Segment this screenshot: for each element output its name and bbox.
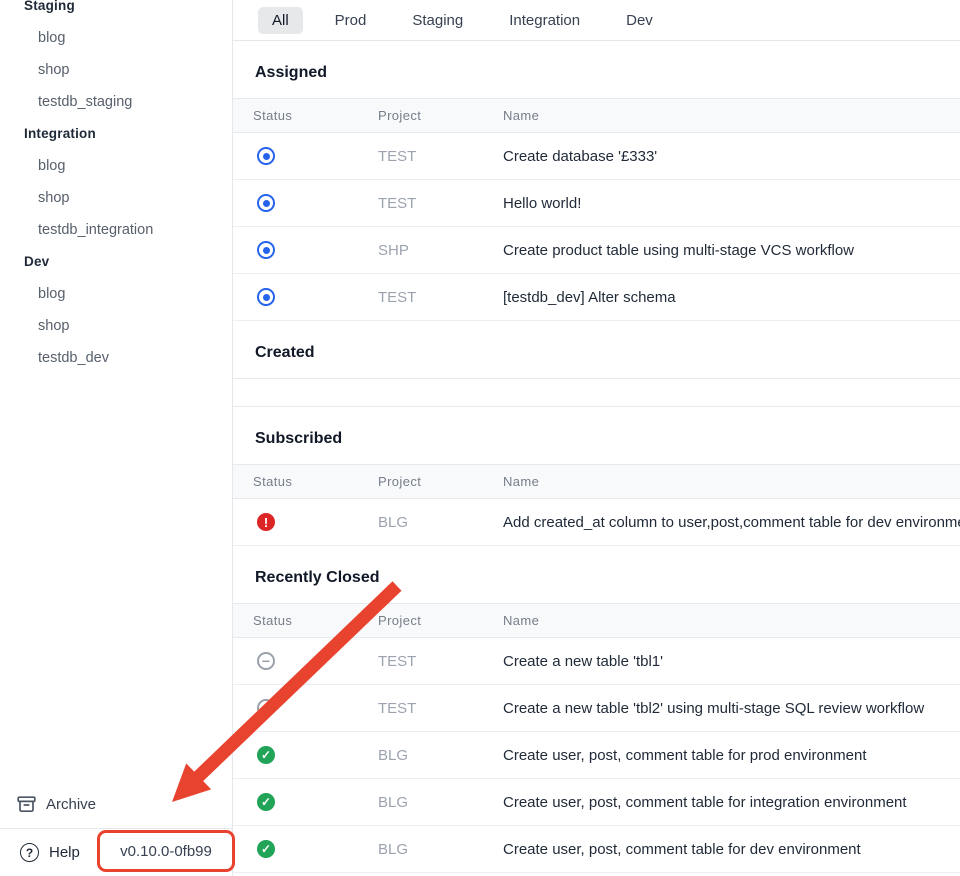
column-header-status: Status	[233, 108, 358, 123]
column-header-project: Project	[358, 474, 483, 489]
issue-sections: AssignedStatusProjectNameTESTCreate data…	[233, 41, 960, 873]
attention-status-icon: !	[257, 513, 275, 531]
tree-item-database[interactable]: shop	[0, 54, 232, 86]
issue-row[interactable]: ✓ BLGCreate user, post, comment table for…	[233, 826, 960, 873]
help-icon[interactable]: ?	[20, 843, 39, 862]
column-header-name: Name	[483, 108, 960, 123]
status-cell	[233, 147, 358, 165]
issue-name-cell: Create product table using multi-stage V…	[483, 242, 960, 259]
tab-staging[interactable]: Staging	[398, 7, 477, 34]
table-header: StatusProjectName	[233, 603, 960, 638]
tree-item-database[interactable]: testdb_staging	[0, 86, 232, 118]
status-cell: ✓	[233, 793, 358, 811]
status-cell	[233, 194, 358, 212]
issue-row[interactable]: TESTHello world!	[233, 180, 960, 227]
table-header: StatusProjectName	[233, 98, 960, 133]
tree-item-database[interactable]: testdb_dev	[0, 342, 232, 374]
project-cell: TEST	[358, 148, 483, 165]
canceled-status-icon: −	[257, 699, 275, 717]
column-header-name: Name	[483, 474, 960, 489]
tab-all[interactable]: All	[258, 7, 303, 34]
status-cell: !	[233, 513, 358, 531]
tree-item-database[interactable]: blog	[0, 150, 232, 182]
status-cell: −	[233, 699, 358, 717]
open-status-icon	[257, 241, 275, 259]
help-button[interactable]: Help	[49, 844, 80, 861]
project-cell: SHP	[358, 242, 483, 259]
issue-name-cell: [testdb_dev] Alter schema	[483, 289, 960, 306]
empty-table-band	[233, 378, 960, 407]
archive-button[interactable]: Archive	[0, 781, 232, 828]
issue-name-cell: Create user, post, comment table for int…	[483, 794, 960, 811]
open-status-icon	[257, 288, 275, 306]
done-status-icon: ✓	[257, 793, 275, 811]
issue-name-cell: Create a new table 'tbl2' using multi-st…	[483, 700, 960, 717]
done-status-icon: ✓	[257, 746, 275, 764]
status-cell: ✓	[233, 840, 358, 858]
issue-name-cell: Create user, post, comment table for pro…	[483, 747, 960, 764]
tree-item-database[interactable]: blog	[0, 22, 232, 54]
status-cell	[233, 241, 358, 259]
done-status-icon: ✓	[257, 840, 275, 858]
issue-name-cell: Add created_at column to user,post,comme…	[483, 514, 960, 531]
tree-environment-label: Dev	[0, 246, 232, 278]
status-cell: −	[233, 652, 358, 670]
section-title: Subscribed	[233, 407, 960, 464]
project-cell: TEST	[358, 653, 483, 670]
canceled-status-icon: −	[257, 652, 275, 670]
tree-environment-label: Staging	[0, 0, 232, 22]
issue-row[interactable]: SHPCreate product table using multi-stag…	[233, 227, 960, 274]
database-tree: Stagingblogshoptestdb_stagingIntegration…	[0, 0, 232, 374]
tree-item-database[interactable]: testdb_integration	[0, 214, 232, 246]
sidebar: Stagingblogshoptestdb_stagingIntegration…	[0, 0, 233, 876]
issue-name-cell: Create database '£333'	[483, 148, 960, 165]
issue-row[interactable]: TEST[testdb_dev] Alter schema	[233, 274, 960, 321]
project-cell: BLG	[358, 514, 483, 531]
issue-row[interactable]: − TESTCreate a new table 'tbl1'	[233, 638, 960, 685]
environment-tab-bar: All Prod Staging Integration Dev	[233, 0, 960, 41]
section-title: Assigned	[233, 41, 960, 98]
issue-name-cell: Create user, post, comment table for dev…	[483, 841, 960, 858]
tab-integration[interactable]: Integration	[495, 7, 594, 34]
open-status-icon	[257, 194, 275, 212]
status-cell: ✓	[233, 746, 358, 764]
version-badge[interactable]: v0.10.0-0fb99	[97, 828, 235, 876]
issue-row[interactable]: ! BLGAdd created_at column to user,post,c…	[233, 499, 960, 546]
column-header-name: Name	[483, 613, 960, 628]
section-title: Created	[233, 321, 960, 378]
tree-item-database[interactable]: shop	[0, 310, 232, 342]
tree-item-database[interactable]: blog	[0, 278, 232, 310]
tab-dev[interactable]: Dev	[612, 7, 667, 34]
issue-name-cell: Hello world!	[483, 195, 960, 212]
archive-icon	[17, 796, 36, 813]
issue-row[interactable]: TESTCreate database '£333'	[233, 133, 960, 180]
project-cell: TEST	[358, 289, 483, 306]
open-status-icon	[257, 147, 275, 165]
issue-row[interactable]: ✓ BLGCreate user, post, comment table for…	[233, 732, 960, 779]
project-cell: TEST	[358, 195, 483, 212]
tree-item-database[interactable]: shop	[0, 182, 232, 214]
column-header-status: Status	[233, 474, 358, 489]
column-header-project: Project	[358, 613, 483, 628]
archive-label: Archive	[46, 796, 96, 813]
column-header-project: Project	[358, 108, 483, 123]
main-content: AllProdStagingIntegrationDev AssignedSta…	[233, 0, 960, 876]
tab-prod[interactable]: Prod	[321, 7, 381, 34]
table-header: StatusProjectName	[233, 464, 960, 499]
issue-row[interactable]: − TESTCreate a new table 'tbl2' using mul…	[233, 685, 960, 732]
project-cell: BLG	[358, 747, 483, 764]
section-title: Recently Closed	[233, 546, 960, 603]
status-cell	[233, 288, 358, 306]
project-cell: BLG	[358, 841, 483, 858]
project-cell: BLG	[358, 794, 483, 811]
tree-environment-label: Integration	[0, 118, 232, 150]
issue-row[interactable]: ✓ BLGCreate user, post, comment table for…	[233, 779, 960, 826]
issue-name-cell: Create a new table 'tbl1'	[483, 653, 960, 670]
project-cell: TEST	[358, 700, 483, 717]
column-header-status: Status	[233, 613, 358, 628]
